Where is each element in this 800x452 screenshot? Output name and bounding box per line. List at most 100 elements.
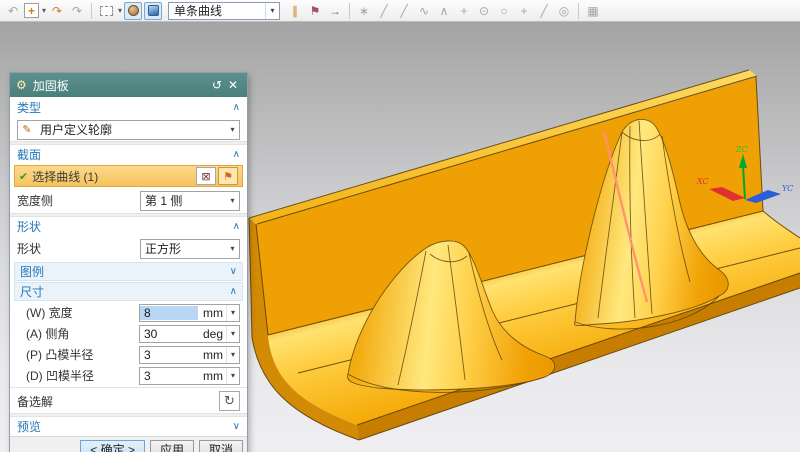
rect-select-glyph [100,6,113,16]
section-section-header[interactable]: 截面 ∧ [10,145,247,164]
die-radius-dim-row: (D) 凹模半径 3 mm ▾ [10,365,247,386]
dialog-title-bar[interactable]: ⚙ 加固板 ↺ ✕ [10,73,247,97]
undo-icon[interactable]: ↶ [4,2,22,20]
selection-scope-combo[interactable]: 单条曲线 ▾ [168,2,280,20]
caret-down-icon[interactable]: ▾ [226,347,239,363]
chevron-up-icon: ∧ [233,149,240,160]
deselect-button[interactable]: ⊠ [196,167,216,185]
punch-radius-dim-row: (P) 凸模半径 3 mm ▾ [10,344,247,365]
shape-section-label: 形状 [17,218,233,235]
cube-icon [148,5,159,16]
ok-button[interactable]: < 确定 > [80,440,145,452]
triad-z-label: ZC [735,145,748,154]
profile-icon: ✎ [18,123,36,136]
punch-radius-dim-unit: mm [198,348,226,362]
dialog-title: 加固板 [33,77,209,94]
shape-value: 正方形 [141,240,226,257]
type-section-label: 类型 [17,99,233,116]
dialog-footer: < 确定 > 应用 取消 [10,436,247,452]
shape-combo[interactable]: 正方形 ▾ [140,239,240,259]
snap-quadrant-icon[interactable]: ○ [495,2,513,20]
select-curve-row[interactable]: ✔ 选择曲线 (1) ⊠ ⚑ [14,165,243,187]
width-side-value: 第 1 侧 [141,192,226,209]
divider [10,387,247,388]
width-side-combo[interactable]: 第 1 侧 ▾ [140,191,240,211]
snap-endpoint-icon[interactable]: ╱ [375,2,393,20]
curve-paste-icon[interactable]: ↷ [48,2,66,20]
preview-section-header[interactable]: 预览 ∨ [10,417,247,436]
snap-point-on-curve-icon[interactable]: ╱ [535,2,553,20]
snap-curve-icon[interactable]: ∿ [415,2,433,20]
snap-intersection-icon[interactable]: + [455,2,473,20]
preview-section-label: 预览 [17,418,233,435]
flag-tool-icon[interactable]: ⚑ [306,2,324,20]
width-side-label: 宽度侧 [17,192,140,209]
type-value: 用户定义轮廓 [36,121,226,138]
dialog-reset-button[interactable]: ↺ [209,78,225,92]
die-radius-dim-field[interactable]: 3 mm ▾ [139,367,240,385]
table-icon[interactable]: ▦ [584,2,602,20]
width-dim-field[interactable]: 8 mm ▾ [139,304,240,322]
fence-icon[interactable]: ∥ [286,2,304,20]
die-radius-dim-label: (D) 凹模半径 [26,367,139,384]
solid-view-button[interactable] [144,2,162,20]
snap-point-on-face-icon[interactable]: ◎ [555,2,573,20]
caret-down-icon[interactable]: ▾ [226,368,239,384]
caret-down-icon[interactable]: ▾ [226,240,239,258]
snap-point-icon[interactable]: ∗ [355,2,373,20]
shaded-view-button[interactable] [124,2,142,20]
angle-dim-label: (A) 侧角 [26,325,139,342]
snap-pole-icon[interactable]: ∧ [435,2,453,20]
snap-existing-point-icon[interactable]: + [515,2,533,20]
dimensions-label: 尺寸 [20,283,230,300]
shape-label: 形状 [17,240,140,257]
width-dim-value[interactable]: 8 [140,306,198,320]
cancel-button[interactable]: 取消 [199,440,243,452]
chevron-up-icon: ∧ [230,286,237,297]
rect-select-caret-icon[interactable]: ▾ [118,6,122,15]
toolbar-separator [349,3,350,19]
angle-dim-field[interactable]: 30 deg ▾ [139,325,240,343]
width-dim-row: (W) 宽度 8 mm ▾ [10,302,247,323]
select-curve-label: 选择曲线 (1) [32,168,194,185]
selection-scope-caret-icon[interactable]: ▾ [265,3,279,19]
punch-radius-dim-value[interactable]: 3 [140,348,198,362]
redo-icon[interactable]: ↷ [68,2,86,20]
sphere-icon [128,5,139,16]
caret-down-icon[interactable]: ▾ [226,305,239,321]
punch-radius-dim-field[interactable]: 3 mm ▾ [139,346,240,364]
rib-dialog: ⚙ 加固板 ↺ ✕ 类型 ∧ ✎ 用户定义轮廓 ▾ 截面 ∧ ✔ 选择曲线 (1… [9,72,248,452]
triad-y-label: YC [782,184,793,193]
type-combo[interactable]: ✎ 用户定义轮廓 ▾ [17,120,240,140]
type-section-header[interactable]: 类型 ∧ [10,97,247,118]
apply-button[interactable]: 应用 [150,440,194,452]
dimensions-subsection-header[interactable]: 尺寸 ∧ [14,282,243,301]
toolbar-separator [91,3,92,19]
punch-radius-dim-label: (P) 凸模半径 [26,346,139,363]
caret-down-icon[interactable]: ▾ [226,121,239,139]
width-dim-unit: mm [198,306,226,320]
specify-curve-flag-button[interactable]: ⚑ [218,167,238,185]
rect-select-icon[interactable] [97,2,115,20]
angle-dim-row: (A) 侧角 30 deg ▾ [10,323,247,344]
die-radius-dim-unit: mm [198,369,226,383]
chevron-up-icon: ∧ [233,102,240,113]
angle-dim-value[interactable]: 30 [140,327,198,341]
cycle-solutions-button[interactable]: ↻ [219,391,240,411]
boxed-plus-caret-icon[interactable]: ▾ [42,6,46,15]
type-row: ✎ 用户定义轮廓 ▾ [10,118,247,141]
legend-subsection-header[interactable]: 图例 ∨ [14,262,243,281]
snap-arc-center-icon[interactable]: ⊙ [475,2,493,20]
dialog-close-button[interactable]: ✕ [225,78,241,92]
snap-midpoint-icon[interactable]: ╱ [395,2,413,20]
forward-arrow-icon[interactable]: → [326,2,344,20]
boxed-plus-icon[interactable]: + [24,3,39,18]
application-window: ↶ + ▾ ↷ ↷ ▾ 单条曲线 ▾ ∥ ⚑ → ∗ ╱ ╱ ∿ ∧ + ⊙ ○… [0,0,800,452]
caret-down-icon[interactable]: ▾ [226,326,239,342]
caret-down-icon[interactable]: ▾ [226,192,239,210]
shape-row: 形状 正方形 ▾ [10,236,247,261]
section-section-label: 截面 [17,146,233,163]
legend-label: 图例 [20,263,230,280]
die-radius-dim-value[interactable]: 3 [140,369,198,383]
shape-section-header[interactable]: 形状 ∧ [10,217,247,236]
